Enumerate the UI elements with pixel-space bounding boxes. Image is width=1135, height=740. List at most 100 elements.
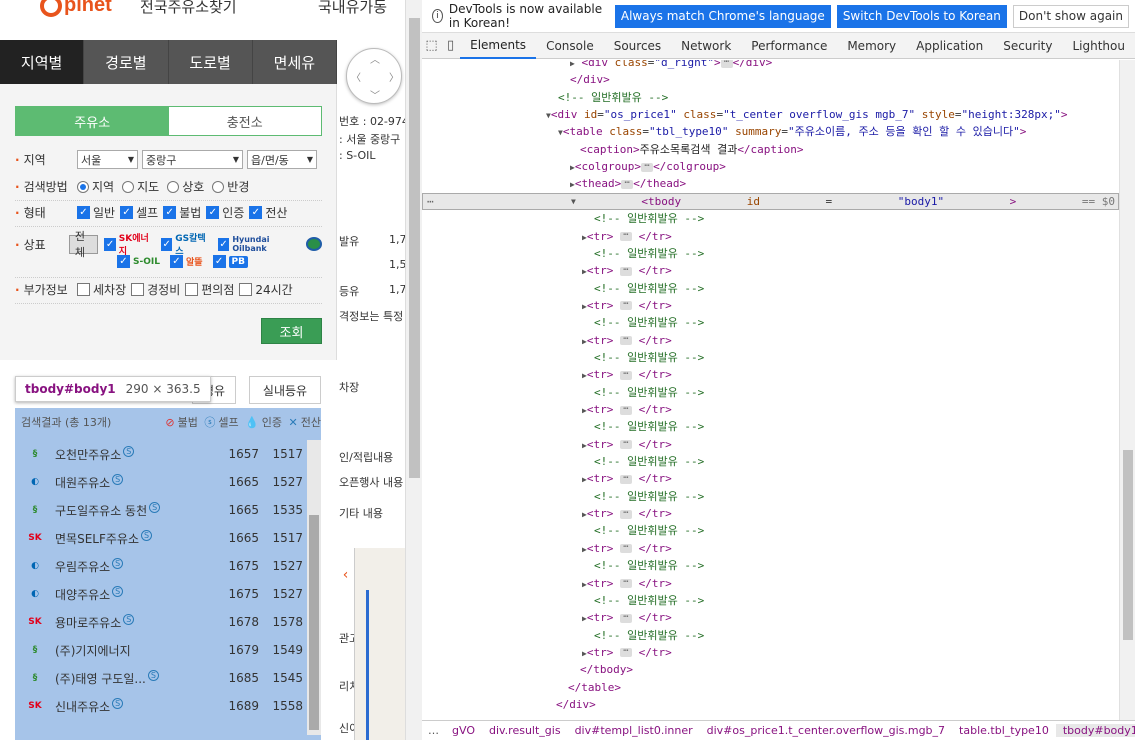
dom-comment[interactable]: <!-- 일반휘발유 --> — [422, 349, 1119, 366]
dom-node[interactable]: ▶<tr> ⋯ </tr> — [422, 575, 1119, 592]
dom-node[interactable]: ▶<colgroup> ⋯ </colgroup> — [422, 158, 1119, 175]
checkbox-computerized[interactable]: ✓ 전산 — [249, 204, 287, 221]
dom-node[interactable]: </table> — [422, 679, 1119, 696]
tab-memory[interactable]: Memory — [837, 33, 906, 59]
chevron-left-icon[interactable]: 〈 — [351, 69, 361, 84]
station-name[interactable]: 오천만주유소 S — [55, 445, 211, 463]
dom-node[interactable]: ▼<div id="os_price1" class="t_center ove… — [422, 106, 1119, 123]
breadcrumb-item[interactable]: table.tbl_type10 — [952, 724, 1056, 737]
dom-comment[interactable]: <!-- 일반휘발유 --> — [422, 627, 1119, 644]
tab-route[interactable]: 경로별 — [84, 40, 169, 84]
dom-node[interactable]: ▶<tr> ⋯ </tr> — [422, 366, 1119, 383]
station-name[interactable]: 신내주유소 S — [55, 697, 211, 715]
checkbox-illegal[interactable]: ✓ 불법 — [163, 204, 201, 221]
station-name[interactable]: 면목SELF주유소 S — [55, 529, 211, 547]
checkbox-carwash[interactable]: 세차장 — [77, 281, 126, 298]
tab-console[interactable]: Console — [536, 33, 604, 59]
station-name[interactable]: 대양주유소 S — [55, 585, 211, 603]
national-price-title[interactable]: 국내유가동 — [318, 0, 387, 17]
dom-comment[interactable]: <!-- 일반휘발유 --> — [422, 210, 1119, 227]
dom-node-selected[interactable]: ⋯ ▼ <tbody id = "body1" > == $0 — [422, 192, 1119, 210]
station-name[interactable]: 구도일주유소 동천 S — [55, 501, 211, 519]
dom-comment[interactable]: <!-- 일반휘발유 --> — [422, 488, 1119, 505]
checkbox-self[interactable]: ✓ 셀프 — [120, 204, 158, 221]
all-brands-button[interactable]: 전체 — [68, 230, 99, 259]
tab-elements[interactable]: Elements — [460, 33, 537, 59]
station-row[interactable]: ◐ 대양주유소 S 1675 1527 — [15, 580, 307, 608]
dom-node[interactable]: ▶<tr> ⋯ </tr> — [422, 401, 1119, 418]
breadcrumb-item[interactable]: div#os_price1.t_center.overflow_gis.mgb_… — [700, 724, 952, 737]
dom-comment[interactable]: <!-- 일반휘발유 --> — [422, 314, 1119, 331]
checkbox-24h[interactable]: 24시간 — [239, 281, 293, 298]
match-language-button[interactable]: Always match Chrome's language — [614, 4, 831, 28]
dom-comment[interactable]: <!-- 일반휘발유 --> — [422, 418, 1119, 435]
dom-node[interactable]: <caption>주유소목록검색 결과</caption> — [422, 141, 1119, 158]
device-toggle-icon[interactable]: ▯ — [441, 38, 460, 53]
tab-road[interactable]: 도로별 — [168, 40, 253, 84]
tab-application[interactable]: Application — [906, 33, 993, 59]
scroll-thumb[interactable] — [1123, 450, 1133, 640]
switch-korean-button[interactable]: Switch DevTools to Korean — [836, 4, 1007, 28]
map-view[interactable] — [354, 548, 405, 740]
tab-kerosene[interactable]: 실내등유 — [249, 376, 321, 404]
checkbox-maintenance[interactable]: 경정비 — [131, 281, 180, 298]
station-row[interactable]: § (주)기지에너지 1679 1549 — [15, 636, 307, 664]
tab-performance[interactable]: Performance — [741, 33, 837, 59]
breadcrumb-item[interactable]: div#templ_list0.inner — [568, 724, 700, 737]
dom-node[interactable]: ▶<tr> ⋯ </tr> — [422, 540, 1119, 557]
breadcrumb-item[interactable]: div.result_gis — [482, 724, 568, 737]
dom-node[interactable]: ▶<tr> ⋯ </tr> — [422, 332, 1119, 349]
station-name[interactable]: (주)기지에너지 — [55, 642, 211, 659]
dom-comment[interactable]: <!-- 일반휘발유 --> — [422, 522, 1119, 539]
checkbox-certified[interactable]: ✓ 인증 — [206, 204, 244, 221]
checkbox-soil[interactable]: ✓ S-OIL — [117, 255, 165, 268]
station-row[interactable]: § 구도일주유소 동천 S 1665 1535 — [15, 496, 307, 524]
dom-node[interactable]: ▶<thead> ⋯ </thead> — [422, 175, 1119, 192]
dom-node[interactable]: ▶<tr> ⋯ </tr> — [422, 228, 1119, 245]
station-row[interactable]: ◐ 대원주유소 S 1665 1527 — [15, 468, 307, 496]
station-name[interactable]: (주)태영 구도일... S — [55, 669, 211, 687]
dom-node[interactable]: ▶<tr> ⋯ </tr> — [422, 644, 1119, 661]
tab-network[interactable]: Network — [671, 33, 741, 59]
dom-node[interactable]: </div> — [422, 696, 1119, 713]
station-name[interactable]: 용마로주유소 S — [55, 613, 211, 631]
checkbox-normal[interactable]: ✓ 일반 — [77, 204, 115, 221]
list-scrollbar[interactable] — [307, 440, 321, 735]
breadcrumb-item-selected[interactable]: tbody#body1 — [1055, 724, 1135, 737]
station-row[interactable]: § (주)태영 구도일... S 1685 1545 — [15, 664, 307, 692]
radio-name[interactable]: 상호 — [167, 178, 204, 195]
page-scrollbar[interactable] — [405, 0, 422, 740]
dom-node[interactable]: ▶<tr> ⋯ </tr> — [422, 297, 1119, 314]
checkbox-sk[interactable]: ✓ SK에너지 — [104, 231, 156, 257]
checkbox-hyundai[interactable]: ✓ Hyundai Oilbank — [217, 235, 301, 253]
dom-node[interactable]: ▶<tr> ⋯ </tr> — [422, 505, 1119, 522]
dom-node[interactable]: ▶<tr> ⋯ </tr> — [422, 436, 1119, 453]
map-collapse-icon[interactable]: ‹ — [337, 560, 354, 590]
station-row[interactable]: SK 신내주유소 S 1689 1558 — [15, 692, 307, 720]
scroll-thumb[interactable] — [309, 515, 319, 730]
search-button[interactable]: 조회 — [261, 318, 322, 344]
checkbox-convenience[interactable]: 편의점 — [185, 281, 234, 298]
breadcrumb-overflow-icon[interactable]: … — [422, 724, 445, 737]
station-row[interactable]: ◐ 우림주유소 S 1675 1527 — [15, 552, 307, 580]
dom-comment[interactable]: <!-- 일반휘발유 --> — [422, 592, 1119, 609]
dom-comment[interactable]: <!-- 일반휘발유 --> — [422, 280, 1119, 297]
city-select[interactable]: 서울 ▼ — [77, 150, 138, 169]
station-row[interactable]: SK 면목SELF주유소 S 1665 1517 — [15, 524, 307, 552]
dom-node[interactable]: ▶<tr> ⋯ </tr> — [422, 262, 1119, 279]
radio-region[interactable]: 지역 — [77, 178, 114, 195]
map-pan-control[interactable]: ︿ 〈 〉 ﹀ — [346, 48, 402, 104]
tab-lighthouse[interactable]: Lighthou — [1062, 33, 1135, 59]
station-name[interactable]: 우림주유소 S — [55, 557, 211, 575]
tab-security[interactable]: Security — [993, 33, 1062, 59]
scroll-thumb[interactable] — [409, 18, 420, 478]
dom-node[interactable]: </tbody> — [422, 661, 1119, 678]
dom-comment[interactable]: <!-- 일반휘발유 --> — [422, 384, 1119, 401]
checkbox-pb[interactable]: ✓ PB — [212, 255, 253, 268]
breadcrumb-item[interactable]: gVO — [445, 724, 482, 737]
station-row[interactable]: SK 용마로주유소 S 1678 1578 — [15, 608, 307, 636]
tab-gas-station[interactable]: 주유소 — [16, 107, 169, 135]
dom-node[interactable]: ▶<tr> ⋯ </tr> — [422, 470, 1119, 487]
checkbox-altteul[interactable]: ✓ 알뜰 — [169, 255, 208, 268]
dom-node[interactable]: </div> — [422, 71, 1119, 88]
